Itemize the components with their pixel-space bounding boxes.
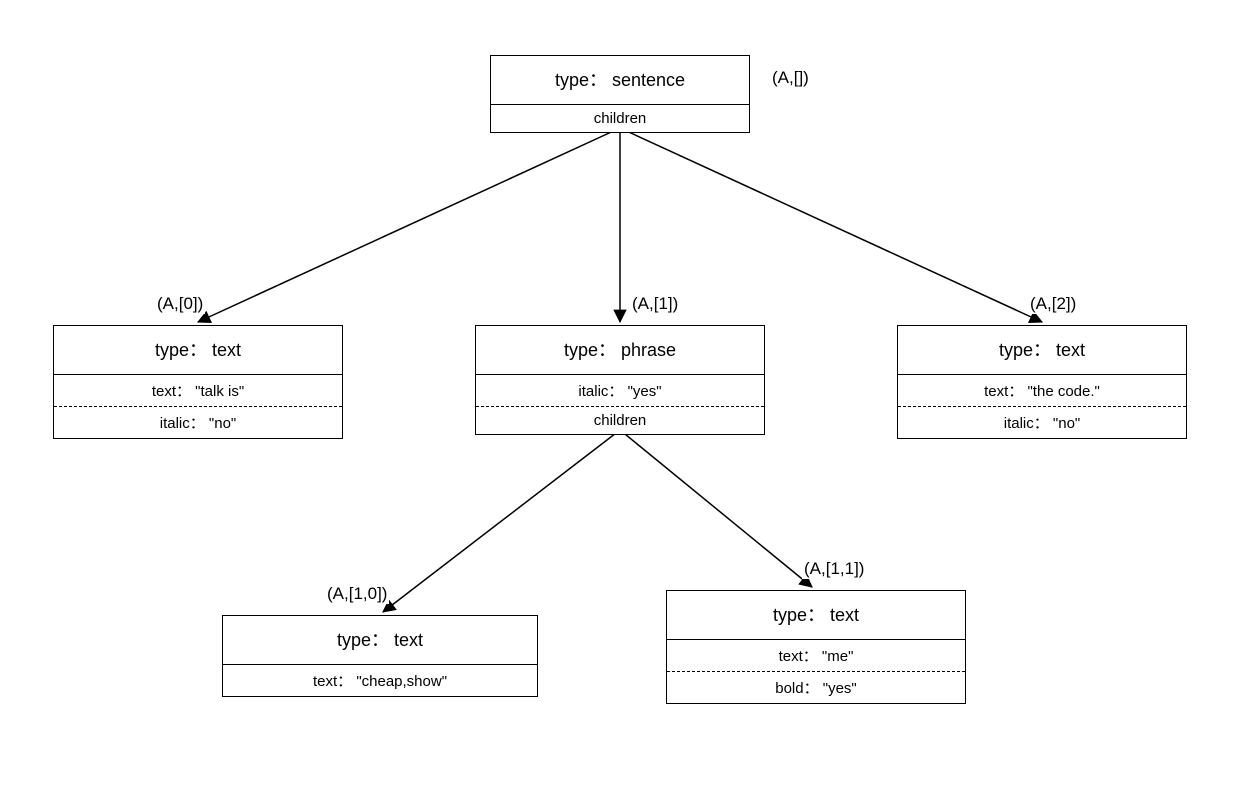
node-a10-header: type： text	[223, 616, 537, 665]
label-a11: (A,[1,1])	[802, 559, 866, 579]
node-a11-text: text： "me"	[667, 640, 965, 672]
node-a11-bold: bold： "yes"	[667, 672, 965, 703]
node-a2-italic: italic： "no"	[898, 407, 1186, 438]
label-a1: (A,[1])	[630, 294, 680, 314]
label-root: (A,[])	[770, 68, 811, 88]
node-a10: type： text text： "cheap,show"	[222, 615, 538, 697]
node-a2: type： text text： "the code." italic： "no…	[897, 325, 1187, 439]
node-a0-text: text： "talk is"	[54, 375, 342, 407]
node-a1: type： phrase italic： "yes" children	[475, 325, 765, 435]
node-a2-header: type： text	[898, 326, 1186, 375]
node-root-header: type： sentence	[491, 56, 749, 105]
node-a1-italic: italic： "yes"	[476, 375, 764, 407]
node-a0-italic: italic： "no"	[54, 407, 342, 438]
node-a11-header: type： text	[667, 591, 965, 640]
node-root: type： sentence children	[490, 55, 750, 133]
node-a0: type： text text： "talk is" italic： "no"	[53, 325, 343, 439]
label-a0: (A,[0])	[155, 294, 205, 314]
node-a0-header: type： text	[54, 326, 342, 375]
label-a10: (A,[1,0])	[325, 584, 389, 604]
node-a11: type： text text： "me" bold： "yes"	[666, 590, 966, 704]
node-a10-text: text： "cheap,show"	[223, 665, 537, 696]
node-a2-text: text： "the code."	[898, 375, 1186, 407]
label-a2: (A,[2])	[1028, 294, 1078, 314]
node-a1-header: type： phrase	[476, 326, 764, 375]
node-a1-children: children	[476, 407, 764, 434]
node-root-children: children	[491, 105, 749, 132]
